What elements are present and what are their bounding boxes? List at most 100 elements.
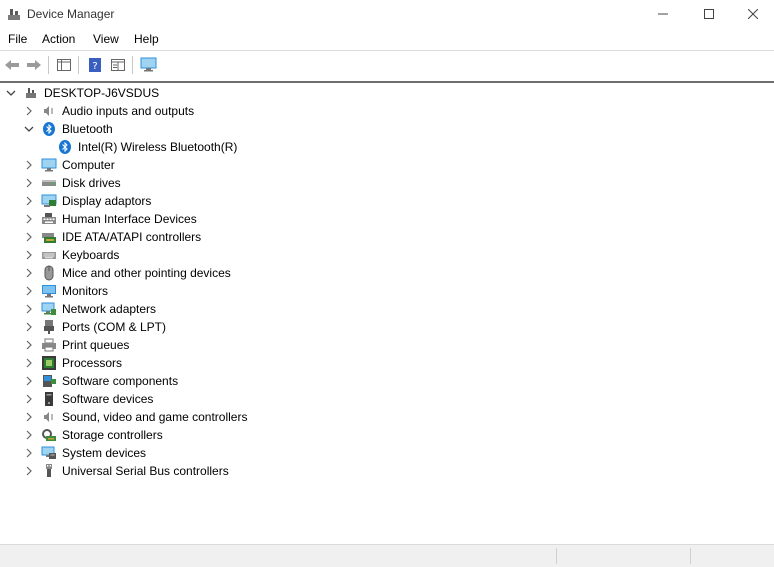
tree-item-software-devices[interactable]: Software devices (22, 390, 153, 408)
help-button[interactable]: ? (85, 55, 105, 75)
chevron-right-icon[interactable] (22, 336, 36, 354)
tree-item-label: IDE ATA/ATAPI controllers (62, 230, 202, 244)
scan-hardware-icon (140, 57, 157, 72)
tree-item-label: Sound, video and game controllers (62, 410, 248, 424)
tree-item-software-components[interactable]: Software components (22, 372, 178, 390)
bluetooth-icon (41, 121, 57, 137)
tree-item-label: Software components (62, 374, 179, 388)
title-bar: Device Manager (0, 0, 774, 28)
tree-item-mice[interactable]: Mice and other pointing devices (22, 264, 231, 282)
forward-button[interactable] (24, 55, 44, 75)
mouse-icon (41, 265, 57, 281)
tree-item-system-devices[interactable]: System devices (22, 444, 146, 462)
tree-item-label: Software devices (62, 392, 154, 406)
tree-item-label: Processors (62, 356, 123, 370)
chevron-right-icon[interactable] (22, 372, 36, 390)
toolbar-separator (78, 56, 79, 74)
window-title: Device Manager (27, 7, 115, 21)
monitor-icon (41, 283, 57, 299)
menu-file[interactable]: File (8, 32, 27, 46)
tree-item-label: Display adaptors (62, 194, 152, 208)
computer-host-icon (23, 85, 39, 101)
tree-item-label: Disk drives (62, 176, 121, 190)
tree-item-label: Bluetooth (62, 122, 113, 136)
tree-item-sound-video[interactable]: Sound, video and game controllers (22, 408, 247, 426)
toolbar-separator (48, 56, 49, 74)
show-hide-console-tree-button[interactable] (54, 55, 74, 75)
close-icon (748, 9, 758, 19)
tree-item-computer[interactable]: Computer (22, 156, 115, 174)
chevron-down-icon[interactable] (22, 120, 36, 138)
chevron-right-icon[interactable] (22, 354, 36, 372)
menu-action[interactable]: Action (42, 32, 75, 46)
maximize-button[interactable] (686, 0, 732, 28)
tree-item-ports[interactable]: Ports (COM & LPT) (22, 318, 166, 336)
tree-item-hid[interactable]: Human Interface Devices (22, 210, 197, 228)
tree-item-label: Intel(R) Wireless Bluetooth(R) (78, 140, 238, 154)
chevron-right-icon[interactable] (22, 174, 36, 192)
tree-item-bluetooth[interactable]: Bluetooth (22, 120, 113, 138)
tree-item-network[interactable]: Network adapters (22, 300, 156, 318)
tree-item-label: Keyboards (62, 248, 120, 262)
speaker-icon (41, 103, 57, 119)
tree-item-storage[interactable]: Storage controllers (22, 426, 163, 444)
help-icon: ? (89, 58, 101, 72)
tree-item-processors[interactable]: Processors (22, 354, 122, 372)
status-bar (0, 544, 774, 567)
chevron-right-icon[interactable] (22, 264, 36, 282)
minimize-button[interactable] (640, 0, 686, 28)
device-tree[interactable]: DESKTOP-J6VSDUS Audio inputs and outputs… (0, 81, 774, 544)
tree-item-label: Audio inputs and outputs (62, 104, 195, 118)
chevron-right-icon[interactable] (22, 282, 36, 300)
tree-item-label: Monitors (62, 284, 109, 298)
tree-item-display-adaptors[interactable]: Display adaptors (22, 192, 151, 210)
minimize-icon (658, 13, 668, 15)
menu-help[interactable]: Help (134, 32, 159, 46)
chevron-right-icon[interactable] (22, 228, 36, 246)
tree-item-audio[interactable]: Audio inputs and outputs (22, 102, 194, 120)
software-component-icon (41, 373, 57, 389)
chevron-right-icon[interactable] (22, 318, 36, 336)
tree-item-print-queues[interactable]: Print queues (22, 336, 129, 354)
usb-icon (41, 463, 57, 479)
svg-text:?: ? (92, 61, 97, 72)
properties-button[interactable] (108, 55, 128, 75)
chevron-right-icon[interactable] (22, 210, 36, 228)
root-label: DESKTOP-J6VSDUS (44, 86, 160, 100)
scan-hardware-button[interactable] (139, 55, 159, 75)
back-arrow-icon (5, 60, 19, 70)
status-divider (690, 548, 691, 564)
chevron-right-icon[interactable] (22, 444, 36, 462)
chevron-right-icon[interactable] (22, 390, 36, 408)
chevron-right-icon[interactable] (22, 462, 36, 480)
chevron-right-icon[interactable] (22, 408, 36, 426)
chevron-down-icon[interactable] (4, 84, 18, 102)
processor-icon (41, 355, 57, 371)
tree-item-ide[interactable]: IDE ATA/ATAPI controllers (22, 228, 201, 246)
computer-icon (41, 157, 57, 173)
tree-item-keyboards[interactable]: Keyboards (22, 246, 119, 264)
tree-root[interactable]: DESKTOP-J6VSDUS (4, 84, 159, 102)
close-button[interactable] (730, 0, 774, 28)
tree-item-label: Storage controllers (62, 428, 163, 442)
chevron-right-icon[interactable] (22, 192, 36, 210)
console-tree-icon (57, 59, 71, 71)
tree-item-label: Ports (COM & LPT) (62, 320, 167, 334)
tree-item-monitors[interactable]: Monitors (22, 282, 108, 300)
speaker-icon (41, 409, 57, 425)
chevron-right-icon[interactable] (22, 246, 36, 264)
chevron-right-icon[interactable] (22, 426, 36, 444)
tree-item-usb[interactable]: Universal Serial Bus controllers (22, 462, 229, 480)
chevron-right-icon[interactable] (22, 300, 36, 318)
chevron-right-icon[interactable] (22, 102, 36, 120)
maximize-icon (704, 9, 714, 19)
tree-item-bluetooth-device[interactable]: Intel(R) Wireless Bluetooth(R) (57, 138, 237, 156)
tree-item-disk-drives[interactable]: Disk drives (22, 174, 121, 192)
keyboard-icon (41, 247, 57, 263)
chevron-right-icon[interactable] (22, 156, 36, 174)
system-device-icon (41, 445, 57, 461)
ide-controller-icon (41, 229, 57, 245)
device-manager-icon (6, 6, 22, 22)
menu-view[interactable]: View (93, 32, 119, 46)
back-button[interactable] (2, 55, 22, 75)
